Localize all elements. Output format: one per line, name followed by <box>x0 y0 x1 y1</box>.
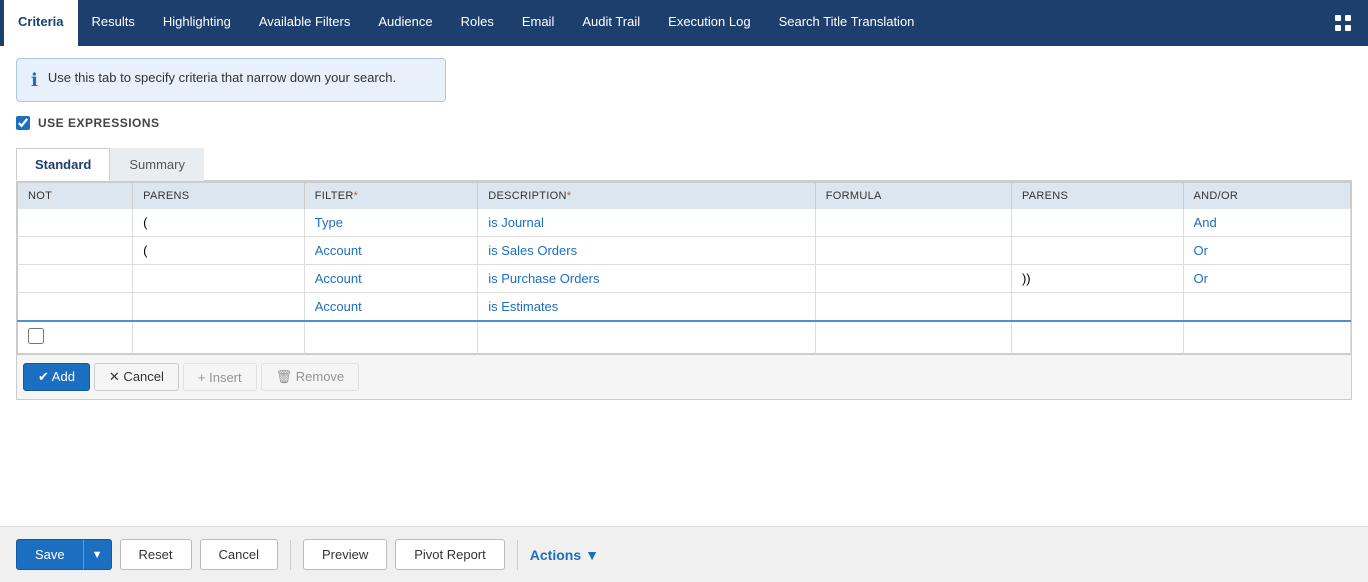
remove-button[interactable]: 🗑 Remove <box>261 363 360 391</box>
col-not: NOT <box>18 183 133 210</box>
actions-label: Actions <box>530 547 581 563</box>
actions-dropdown-button[interactable]: Actions ▼ <box>530 547 599 563</box>
cell-parens-close-3: )) <box>1011 265 1183 293</box>
save-dropdown-button[interactable]: ▼ <box>83 539 112 570</box>
cell-description-3[interactable]: is Purchase Orders <box>478 265 816 293</box>
criteria-table-wrapper: NOT PARENS FILTER* DESCRIPTION* FORMULA … <box>16 181 1352 355</box>
cell-filter-3[interactable]: Account <box>304 265 477 293</box>
cell-formula-2 <box>815 237 1011 265</box>
new-row <box>18 321 1351 354</box>
actions-chevron-icon: ▼ <box>585 547 599 563</box>
table-row: Account is Estimates <box>18 293 1351 322</box>
table-row: ( Account is Sales Orders Or <box>18 237 1351 265</box>
info-box: ℹ Use this tab to specify criteria that … <box>16 58 446 102</box>
cell-description-2[interactable]: is Sales Orders <box>478 237 816 265</box>
col-formula: FORMULA <box>815 183 1011 210</box>
table-action-buttons: ✔ Add ✕ Cancel + Insert 🗑 Remove <box>16 355 1352 400</box>
bottom-toolbar: Save ▼ Reset Cancel Preview Pivot Report… <box>0 526 1368 582</box>
info-icon: ℹ <box>31 70 38 91</box>
toolbar-separator-2 <box>517 540 518 570</box>
cancel-button[interactable]: Cancel <box>200 539 278 570</box>
cell-formula-1 <box>815 209 1011 237</box>
cell-filter-2[interactable]: Account <box>304 237 477 265</box>
new-row-parens <box>133 321 305 354</box>
cell-not-1 <box>18 209 133 237</box>
save-button-group: Save ▼ <box>16 539 112 570</box>
use-expressions-row: USE EXPRESSIONS <box>16 116 1352 130</box>
cell-and-or-1: And <box>1183 209 1350 237</box>
nav-grid-icon[interactable] <box>1322 0 1364 46</box>
filter-required: * <box>354 190 359 202</box>
new-row-filter <box>304 321 477 354</box>
nav-audit-trail[interactable]: Audit Trail <box>568 0 654 46</box>
cancel-row-button[interactable]: ✕ Cancel <box>94 363 179 391</box>
info-text: Use this tab to specify criteria that na… <box>48 69 396 87</box>
new-row-checkbox-cell[interactable] <box>18 321 133 354</box>
cell-parens-close-2 <box>1011 237 1183 265</box>
new-row-parens-close <box>1011 321 1183 354</box>
tab-summary[interactable]: Summary <box>110 148 204 181</box>
cell-parens-open-2: ( <box>133 237 305 265</box>
cell-filter-4[interactable]: Account <box>304 293 477 322</box>
nav-search-title-translation[interactable]: Search Title Translation <box>765 0 929 46</box>
reset-button[interactable]: Reset <box>120 539 192 570</box>
cell-formula-3 <box>815 265 1011 293</box>
use-expressions-label: USE EXPRESSIONS <box>38 116 160 130</box>
col-filter: FILTER* <box>304 183 477 210</box>
cell-parens-open-4 <box>133 293 305 322</box>
sub-tabs: Standard Summary <box>16 148 1352 181</box>
new-row-formula <box>815 321 1011 354</box>
new-row-description <box>478 321 816 354</box>
use-expressions-checkbox[interactable] <box>16 116 30 130</box>
top-navigation: Criteria Results Highlighting Available … <box>0 0 1368 46</box>
cell-and-or-3: Or <box>1183 265 1350 293</box>
nav-email[interactable]: Email <box>508 0 569 46</box>
cell-formula-4 <box>815 293 1011 322</box>
cell-parens-close-1 <box>1011 209 1183 237</box>
cell-not-3 <box>18 265 133 293</box>
cell-description-4[interactable]: is Estimates <box>478 293 816 322</box>
cell-parens-close-4 <box>1011 293 1183 322</box>
table-row: Account is Purchase Orders )) Or <box>18 265 1351 293</box>
toolbar-separator-1 <box>290 540 291 570</box>
add-button[interactable]: ✔ Add <box>23 363 90 391</box>
cell-filter-1[interactable]: Type <box>304 209 477 237</box>
nav-highlighting[interactable]: Highlighting <box>149 0 245 46</box>
insert-button[interactable]: + Insert <box>183 363 257 391</box>
preview-button[interactable]: Preview <box>303 539 387 570</box>
col-description: DESCRIPTION* <box>478 183 816 210</box>
nav-roles[interactable]: Roles <box>447 0 508 46</box>
table-header-row: NOT PARENS FILTER* DESCRIPTION* FORMULA … <box>18 183 1351 210</box>
new-row-select-checkbox[interactable] <box>28 328 44 344</box>
cell-description-1[interactable]: is Journal <box>478 209 816 237</box>
description-required: * <box>567 190 572 202</box>
nav-results[interactable]: Results <box>78 0 149 46</box>
nav-audience[interactable]: Audience <box>364 0 446 46</box>
table-row: ( Type is Journal And <box>18 209 1351 237</box>
cell-parens-open-1: ( <box>133 209 305 237</box>
save-button[interactable]: Save <box>16 539 83 570</box>
nav-criteria[interactable]: Criteria <box>4 0 78 46</box>
cell-not-4 <box>18 293 133 322</box>
cell-and-or-2: Or <box>1183 237 1350 265</box>
nav-execution-log[interactable]: Execution Log <box>654 0 764 46</box>
pivot-report-button[interactable]: Pivot Report <box>395 539 505 570</box>
new-row-and-or <box>1183 321 1350 354</box>
nav-available-filters[interactable]: Available Filters <box>245 0 365 46</box>
col-parens-open: PARENS <box>133 183 305 210</box>
col-parens-close: PARENS <box>1011 183 1183 210</box>
cell-not-2 <box>18 237 133 265</box>
col-and-or: AND/OR <box>1183 183 1350 210</box>
tab-standard[interactable]: Standard <box>16 148 110 181</box>
main-content: ℹ Use this tab to specify criteria that … <box>0 46 1368 526</box>
cell-parens-open-3 <box>133 265 305 293</box>
criteria-table: NOT PARENS FILTER* DESCRIPTION* FORMULA … <box>17 182 1351 354</box>
cell-and-or-4 <box>1183 293 1350 322</box>
